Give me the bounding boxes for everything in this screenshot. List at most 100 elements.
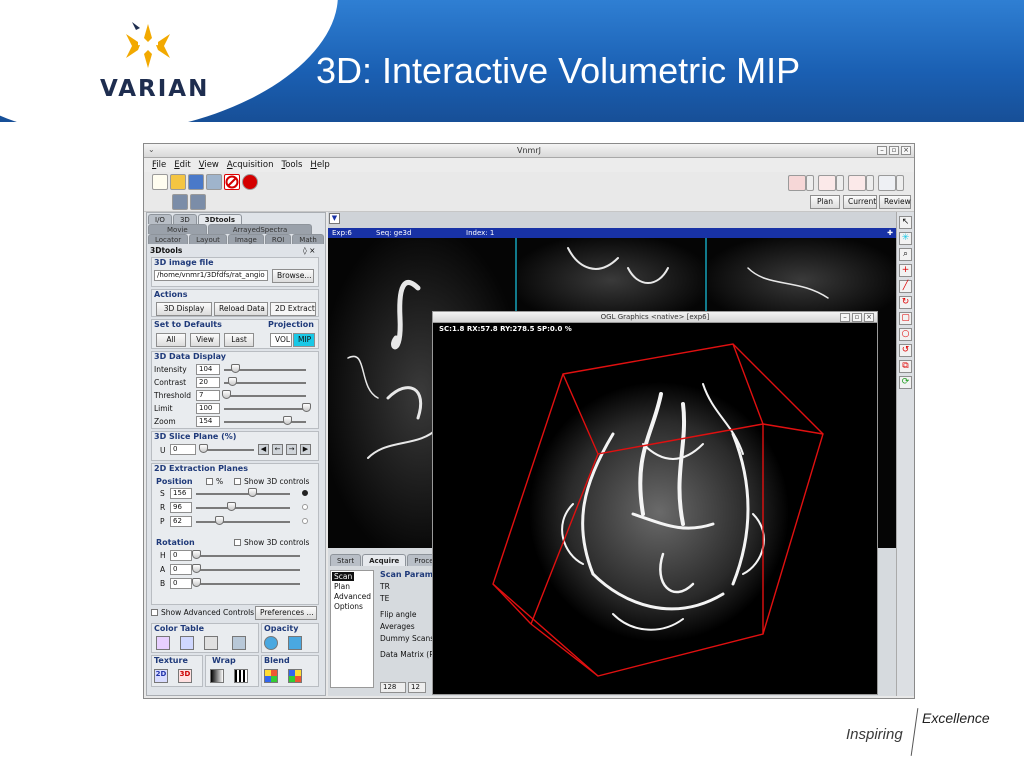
spectrum-red-icon[interactable] [788,175,806,191]
tab-arrayedspectra[interactable]: ArrayedSpectra [207,224,313,234]
tab-image[interactable]: Image [227,234,264,244]
position-slider[interactable] [196,493,290,495]
slice-last-button[interactable]: ▶ [300,444,311,455]
rectangle-icon[interactable]: ▢ [899,312,912,325]
rotation-slider[interactable] [196,569,300,571]
rotation-knob[interactable] [192,578,201,587]
rotation-knob[interactable] [192,550,201,559]
ogl-close-button[interactable]: × [864,313,874,322]
settings-icon[interactable] [206,174,222,190]
2d-extract-button[interactable]: 2D Extract [270,302,316,316]
open-folder-icon[interactable] [170,174,186,190]
polygon-icon[interactable]: ↺ [899,344,912,357]
browse-button[interactable]: Browse... [272,269,314,283]
display-row-field[interactable]: 104 [196,364,220,375]
texture-3d-button[interactable]: 3D [178,669,192,683]
slice-u-slider[interactable] [200,449,254,451]
ogl-titlebar[interactable]: OGL Graphics <native> [exp6] – ▫ × [433,312,877,323]
tab-start[interactable]: Start [330,554,362,566]
position-field[interactable]: 156 [170,488,192,499]
tab-roi[interactable]: ROI [264,234,292,244]
display-row-knob[interactable] [283,416,292,425]
maximize-button[interactable]: ▫ [889,146,899,155]
tab-layout[interactable]: Layout [189,234,227,244]
tab-3dtools[interactable]: 3Dtools [197,214,242,224]
acquire-list-item[interactable]: Advanced [332,592,373,601]
projection-vol-button[interactable]: VOL [270,333,292,347]
display-row-knob[interactable] [231,364,240,373]
camera-2-icon[interactable] [190,194,206,210]
tab-3d[interactable]: 3D [172,214,197,224]
slice-u-knob[interactable] [199,444,208,453]
new-document-icon[interactable] [152,174,168,190]
matrix-value-2[interactable]: 12 [408,682,426,693]
position-slider[interactable] [196,507,290,509]
review-button[interactable]: Review [879,195,911,209]
acquire-list-item[interactable]: Scan [332,572,355,581]
crosshair-icon[interactable]: + [899,264,912,277]
color-table-c-icon[interactable] [204,636,218,650]
rotation-field[interactable]: 0 [170,578,192,589]
chevron-down-icon[interactable] [896,175,904,191]
expand-icon[interactable]: ✚ [887,228,893,238]
matrix-value-1[interactable]: 128 [380,682,406,693]
opacity-a-icon[interactable] [264,636,278,650]
ogl-minimize-button[interactable]: – [840,313,850,322]
wrap-b-icon[interactable] [234,669,248,683]
color-table-b-icon[interactable] [180,636,194,650]
window-titlebar[interactable]: ⌄ VnmrJ – ▫ × [144,144,914,158]
wrap-a-icon[interactable] [210,669,224,683]
display-row-knob[interactable] [302,403,311,412]
stop-icon[interactable] [224,174,240,190]
position-field[interactable]: 96 [170,502,192,513]
magnifier-icon[interactable]: ⌕ [899,248,912,261]
acquire-list-item[interactable]: Plan [332,582,352,591]
show3d-position-checkbox[interactable] [234,478,241,485]
tab-io[interactable]: I/O [148,214,172,224]
rotation-field[interactable]: 0 [170,564,192,575]
volume-render[interactable] [433,324,877,694]
blend-a-icon[interactable] [264,669,278,683]
tab-movie[interactable]: Movie [148,224,207,234]
position-knob[interactable] [227,502,236,511]
slice-first-button[interactable]: ◀ [258,444,269,455]
show3d-rotation-checkbox[interactable] [234,539,241,546]
line-icon[interactable]: ╱ [899,280,912,293]
peak-icon[interactable] [818,175,836,191]
current-button[interactable]: Current [843,195,877,209]
menu-view[interactable]: View [199,160,219,170]
defaults-view-button[interactable]: View [190,333,220,347]
rotation-knob[interactable] [192,564,201,573]
chevron-down-icon[interactable] [836,175,844,191]
menu-acquisition[interactable]: Acquisition [227,160,274,170]
copy-icon[interactable]: ⧉ [899,360,912,373]
percent-checkbox[interactable] [206,478,213,485]
chevron-down-icon[interactable] [806,175,814,191]
menu-tools[interactable]: Tools [281,160,302,170]
curve-icon[interactable]: ↻ [899,296,912,309]
display-row-field[interactable]: 154 [196,416,220,427]
menu-file[interactable]: File [152,160,166,170]
slice-next-button[interactable]: → [286,444,297,455]
display-row-field[interactable]: 7 [196,390,220,401]
projection-mip-button[interactable]: MIP [293,333,315,347]
opacity-b-icon[interactable] [288,636,302,650]
ogl-maximize-button[interactable]: ▫ [852,313,862,322]
slice-u-field[interactable]: 0 [170,444,196,455]
close-button[interactable]: × [901,146,911,155]
position-radio[interactable] [302,518,308,524]
refresh-icon[interactable]: ⟳ [899,376,912,389]
position-slider[interactable] [196,521,290,523]
acquire-list-item[interactable]: Options [332,602,365,611]
circle-icon[interactable]: ○ [899,328,912,341]
color-table-settings-icon[interactable] [232,636,246,650]
display-row-slider[interactable] [224,408,306,410]
defaults-last-button[interactable]: Last [224,333,254,347]
display-row-field[interactable]: 20 [196,377,220,388]
rotation-field[interactable]: 0 [170,550,192,561]
rotation-slider[interactable] [196,583,300,585]
position-field[interactable]: 62 [170,516,192,527]
display-row-slider[interactable] [224,421,306,423]
plan-button[interactable]: Plan [810,195,840,209]
color-table-a-icon[interactable] [156,636,170,650]
